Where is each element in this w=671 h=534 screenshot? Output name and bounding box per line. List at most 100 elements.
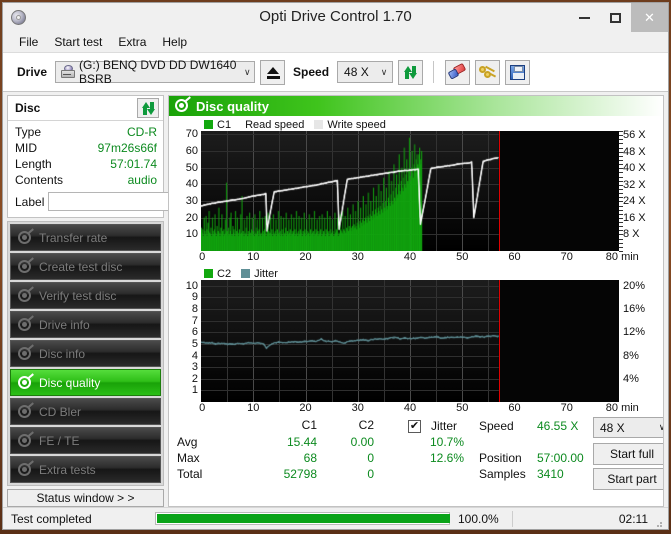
chart1-x-axis: 0 10 20 30 40 50 60 70 80 min <box>199 251 639 265</box>
drive-select[interactable]: (G:) BENQ DVD DD DW1640 BSRB ∨ <box>55 58 256 86</box>
disc-row-mid: MID 97m26s66f <box>15 140 157 156</box>
sidebar-item-create-test-disc[interactable]: Create test disc <box>10 253 161 280</box>
stats-row-label-max: Max <box>177 451 200 465</box>
speed-label: Speed <box>293 65 330 79</box>
x-tick-label: 60 <box>508 251 521 263</box>
y-tick-label-right: 48 X <box>623 145 646 158</box>
desktop-background: Opti Drive Control 1.70 ✕ File Start tes… <box>0 0 671 534</box>
x-tick-label: 80 min <box>605 402 639 414</box>
y-tick-label: 70 <box>185 128 198 141</box>
gauge-icon <box>18 401 34 419</box>
chevron-down-icon: ∨ <box>244 66 251 77</box>
stats-row-label-avg: Avg <box>177 435 198 449</box>
stats-header-c1: C1 <box>301 418 317 432</box>
gauge-icon <box>18 430 34 448</box>
stats-jitter-max: 12.6% <box>429 451 464 465</box>
sidebar-item-cd-bler[interactable]: CD Bler <box>10 398 161 425</box>
c1-read-speed-chart[interactable]: 10 20 30 40 50 60 70 8 X 16 X 24 X 32 X 40 X 48 X 56… <box>186 128 646 265</box>
gauge-icon <box>18 256 34 274</box>
disc-row-label: Length <box>15 157 52 171</box>
erase-button[interactable] <box>445 59 471 85</box>
stats-c1-total: 52798 <box>283 467 317 481</box>
status-bar: Test completed 100.0% 02:11 <box>3 507 668 529</box>
speed-select[interactable]: 48 X ∨ <box>337 61 394 83</box>
stats-c2-avg: 0.00 <box>350 435 374 449</box>
eject-button[interactable] <box>260 59 286 85</box>
y-tick-label: 40 <box>185 178 198 191</box>
chevron-down-icon: ∨ <box>380 66 388 77</box>
sidebar-item-extra-tests[interactable]: Extra tests <box>10 456 161 483</box>
y-tick-label: 9 <box>191 291 198 304</box>
chart2-cursor <box>498 280 500 402</box>
y-tick-label-right: 24 X <box>623 195 646 208</box>
drive-label: Drive <box>17 65 48 79</box>
sidebar-item-label: Disc info <box>39 346 86 361</box>
readout-label-speed: Speed <box>479 419 514 433</box>
menu-item-file[interactable]: File <box>11 33 46 51</box>
sidebar-item-verify-test-disc[interactable]: Verify test disc <box>10 282 161 309</box>
start-full-button[interactable]: Start full <box>593 443 663 465</box>
y-tick-label: 5 <box>191 337 198 350</box>
stats-c2-total: 0 <box>367 467 374 481</box>
menu-item-help[interactable]: Help <box>154 33 195 51</box>
eraser-icon <box>447 62 467 80</box>
drive-select-value: (G:) BENQ DVD DD DW1640 BSRB <box>79 58 237 86</box>
y-tick-label-right: 4% <box>623 372 639 385</box>
c2-jitter-chart[interactable]: 1 2 3 4 5 6 7 8 9 10 4% 8% 12% 16% 20% 0 10 20 30 40 50 60 7… <box>186 280 645 416</box>
save-button[interactable] <box>505 59 531 85</box>
stats-panel: C1 C2 Avg Max Total 15.44 68 52798 0.00 … <box>169 416 663 506</box>
x-tick-label: 0 <box>199 402 206 414</box>
sidebar-item-drive-info[interactable]: Drive info <box>10 311 161 338</box>
sidebar-item-disc-quality[interactable]: Disc quality <box>10 369 161 396</box>
test-speed-select[interactable]: 48 X ∨ <box>593 417 663 438</box>
keys-button[interactable] <box>475 59 501 85</box>
menu-item-start-test[interactable]: Start test <box>46 33 110 51</box>
resize-grip[interactable] <box>654 516 664 527</box>
chart2-legend: C2 Jitter <box>173 267 659 280</box>
status-window-button[interactable]: Status window > > <box>7 489 164 507</box>
y-tick-label: 7 <box>191 314 198 327</box>
chart1-y-axis-left: 10 20 30 40 50 60 70 <box>173 128 201 251</box>
disc-label-row: Label <box>15 191 249 212</box>
disc-row-contents: Contents audio <box>15 172 157 188</box>
sidebar-item-label: CD Bler <box>39 404 82 419</box>
jitter-checkbox-label: Jitter <box>431 419 458 433</box>
start-part-button[interactable]: Start part <box>593 468 663 490</box>
disc-row-label: Contents <box>15 173 64 187</box>
sidebar-item-label: FE / TE <box>39 433 80 448</box>
disc-panel-title: Disc <box>15 101 41 115</box>
gauge-icon <box>18 314 34 332</box>
sidebar-item-label: Disc quality <box>39 375 101 390</box>
progress-percent: 100.0% <box>458 511 499 526</box>
sidebar-item-disc-info[interactable]: Disc info <box>10 340 161 367</box>
progress-bar <box>155 512 450 525</box>
legend-swatch-write-speed <box>314 120 324 129</box>
legend-swatch-jitter <box>241 269 251 278</box>
chart1-y-axis-right: 8 X 16 X 24 X 32 X 40 X 48 X 56 X <box>619 129 659 251</box>
eject-icon <box>266 66 279 74</box>
disc-row-type: Type CD-R <box>15 124 157 140</box>
x-tick-label: 40 <box>403 402 417 414</box>
readout-value-position: 57:00.00 <box>537 451 584 465</box>
x-tick-label: 30 <box>351 251 364 263</box>
disc-refresh-button[interactable] <box>137 98 159 118</box>
refresh-button[interactable] <box>398 59 424 85</box>
sidebar-item-transfer-rate[interactable]: Transfer rate <box>10 224 161 251</box>
refresh-icon <box>403 65 418 80</box>
x-tick-label: 10 <box>247 251 260 263</box>
disc-properties: Type CD-R MID 97m26s66f Length 57:01.74 <box>8 121 249 217</box>
readout-value-speed: 46.55 X <box>537 419 579 433</box>
disc-row-label: MID <box>15 141 37 155</box>
jitter-checkbox[interactable]: ✔ <box>408 418 421 433</box>
y-tick-label: 2 <box>191 372 198 385</box>
title-bar: Opti Drive Control 1.70 ✕ <box>3 3 668 32</box>
menu-item-extra[interactable]: Extra <box>110 33 154 51</box>
legend-item-jitter: Jitter <box>241 268 278 280</box>
stats-jitter-avg: 10.7% <box>429 435 464 449</box>
y-tick-label: 10 <box>185 279 198 292</box>
chart2-y-axis-left: 1 2 3 4 5 6 7 8 9 10 <box>173 280 201 402</box>
chevron-down-icon: ∨ <box>654 422 663 433</box>
sidebar-item-fe-te[interactable]: FE / TE <box>10 427 161 454</box>
disc-panel-header: Disc <box>8 96 163 121</box>
y-tick-label: 4 <box>191 349 198 362</box>
